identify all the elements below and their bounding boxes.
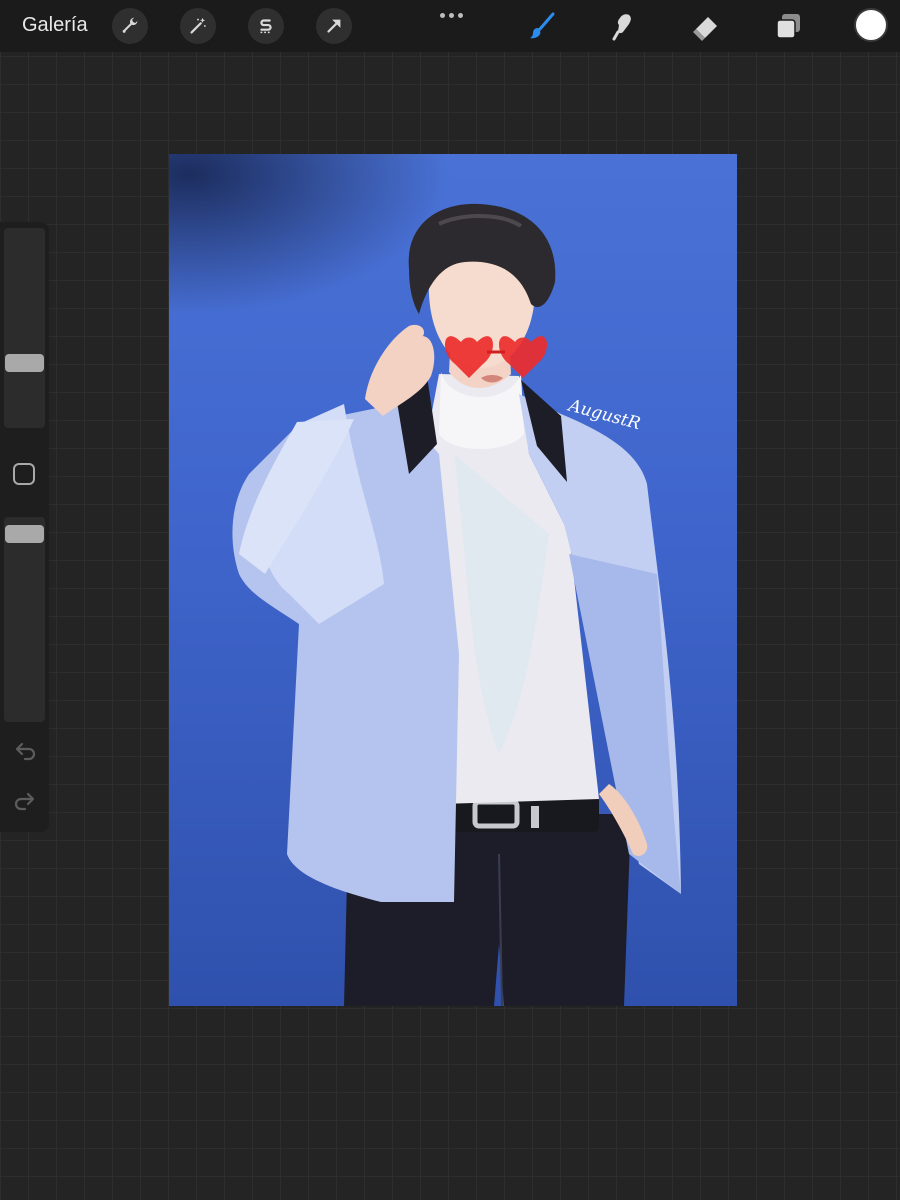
brush-size-thumb[interactable]: [5, 354, 44, 372]
smudge-tool-button[interactable]: [606, 8, 642, 44]
brush-tool-button[interactable]: [524, 8, 560, 44]
dot-icon: [457, 12, 463, 18]
left-sidebar: [0, 222, 49, 832]
undo-icon: [15, 742, 36, 761]
top-toolbar: Galería: [0, 0, 900, 52]
adjustments-button[interactable]: [180, 8, 216, 44]
color-picker-button[interactable]: [854, 8, 888, 42]
opacity-thumb[interactable]: [5, 525, 44, 543]
smudge-icon: [612, 14, 631, 41]
brush-size-slider[interactable]: [4, 228, 45, 428]
redo-icon: [14, 792, 35, 811]
actions-button[interactable]: [112, 8, 148, 44]
brush-icon: [530, 12, 555, 39]
eraser-tool-button[interactable]: [688, 8, 724, 44]
more-options-button[interactable]: [436, 8, 466, 22]
eraser-icon: [693, 17, 717, 41]
redo-button[interactable]: [12, 790, 38, 814]
selection-icon: [260, 19, 272, 34]
artwork-canvas[interactable]: AugustR: [169, 154, 737, 1006]
modify-square-icon[interactable]: [13, 463, 35, 485]
opacity-slider[interactable]: [4, 517, 45, 722]
dot-icon: [448, 12, 454, 18]
dot-icon: [439, 12, 445, 18]
illustration-figure: [232, 203, 681, 1006]
layers-icon: [776, 14, 800, 39]
transform-arrow-icon: [327, 19, 341, 33]
magic-wand-icon: [190, 17, 206, 34]
selection-button[interactable]: [248, 8, 284, 44]
layers-button[interactable]: [770, 8, 806, 44]
wrench-icon: [122, 17, 138, 33]
undo-button[interactable]: [12, 740, 38, 764]
transform-button[interactable]: [316, 8, 352, 44]
gallery-button[interactable]: Galería: [22, 14, 88, 37]
